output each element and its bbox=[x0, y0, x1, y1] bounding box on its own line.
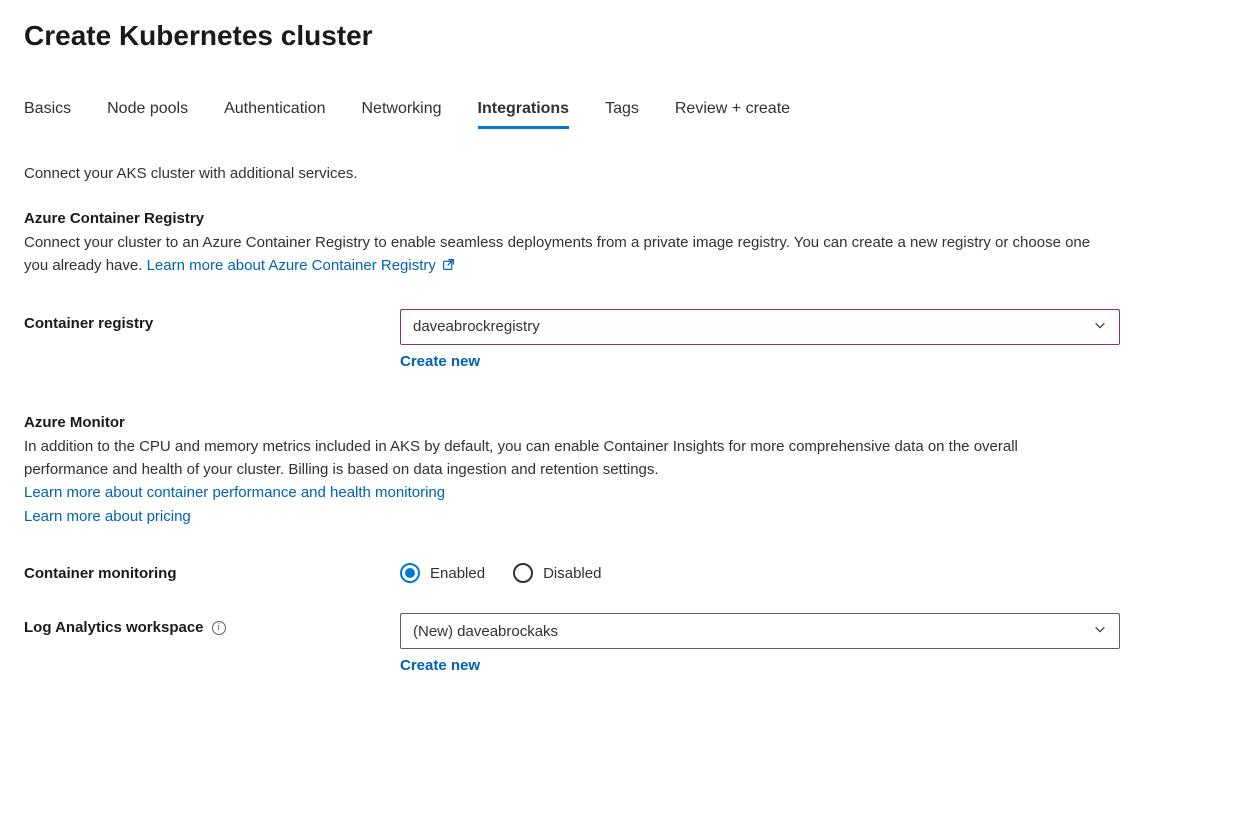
monitoring-enabled-radio[interactable]: Enabled bbox=[400, 563, 485, 583]
tab-authentication[interactable]: Authentication bbox=[224, 100, 325, 129]
monitor-heading: Azure Monitor bbox=[24, 414, 1210, 431]
info-icon[interactable]: i bbox=[212, 621, 226, 635]
workspace-create-new-link[interactable]: Create new bbox=[400, 657, 480, 674]
page-title: Create Kubernetes cluster bbox=[24, 20, 1210, 52]
acr-create-new-link[interactable]: Create new bbox=[400, 353, 480, 370]
monitor-description: In addition to the CPU and memory metric… bbox=[24, 435, 1104, 482]
acr-learn-more-link[interactable]: Learn more about Azure Container Registr… bbox=[147, 257, 456, 274]
tab-tags[interactable]: Tags bbox=[605, 100, 639, 129]
tab-review-create[interactable]: Review + create bbox=[675, 100, 790, 129]
monitoring-enabled-label: Enabled bbox=[430, 565, 485, 582]
intro-text: Connect your AKS cluster with additional… bbox=[24, 165, 1210, 182]
chevron-down-icon bbox=[1093, 622, 1107, 640]
container-registry-label: Container registry bbox=[24, 309, 400, 332]
log-analytics-workspace-value: (New) daveabrockaks bbox=[413, 623, 558, 640]
monitoring-disabled-radio[interactable]: Disabled bbox=[513, 563, 601, 583]
chevron-down-icon bbox=[1093, 318, 1107, 336]
acr-heading: Azure Container Registry bbox=[24, 210, 1210, 227]
tab-node-pools[interactable]: Node pools bbox=[107, 100, 188, 129]
acr-description: Connect your cluster to an Azure Contain… bbox=[24, 231, 1104, 279]
tab-networking[interactable]: Networking bbox=[361, 100, 441, 129]
monitoring-disabled-label: Disabled bbox=[543, 565, 601, 582]
external-link-icon bbox=[442, 255, 455, 278]
monitor-learn-more-pricing-link[interactable]: Learn more about pricing bbox=[24, 505, 1210, 529]
log-analytics-workspace-label: Log Analytics workspace i bbox=[24, 613, 400, 636]
container-monitoring-radio-group: Enabled Disabled bbox=[400, 559, 1120, 583]
monitor-section: Azure Monitor In addition to the CPU and… bbox=[24, 414, 1210, 675]
acr-section: Azure Container Registry Connect your cl… bbox=[24, 210, 1210, 370]
container-registry-select[interactable]: daveabrockregistry bbox=[400, 309, 1120, 345]
container-monitoring-label: Container monitoring bbox=[24, 559, 400, 582]
tab-integrations[interactable]: Integrations bbox=[478, 100, 570, 129]
monitor-learn-more-performance-link[interactable]: Learn more about container performance a… bbox=[24, 481, 1210, 505]
tab-basics[interactable]: Basics bbox=[24, 100, 71, 129]
radio-unchecked-icon bbox=[513, 563, 533, 583]
log-analytics-workspace-select[interactable]: (New) daveabrockaks bbox=[400, 613, 1120, 649]
radio-checked-icon bbox=[400, 563, 420, 583]
container-registry-value: daveabrockregistry bbox=[413, 318, 540, 335]
wizard-tabs: Basics Node pools Authentication Network… bbox=[24, 100, 1210, 129]
